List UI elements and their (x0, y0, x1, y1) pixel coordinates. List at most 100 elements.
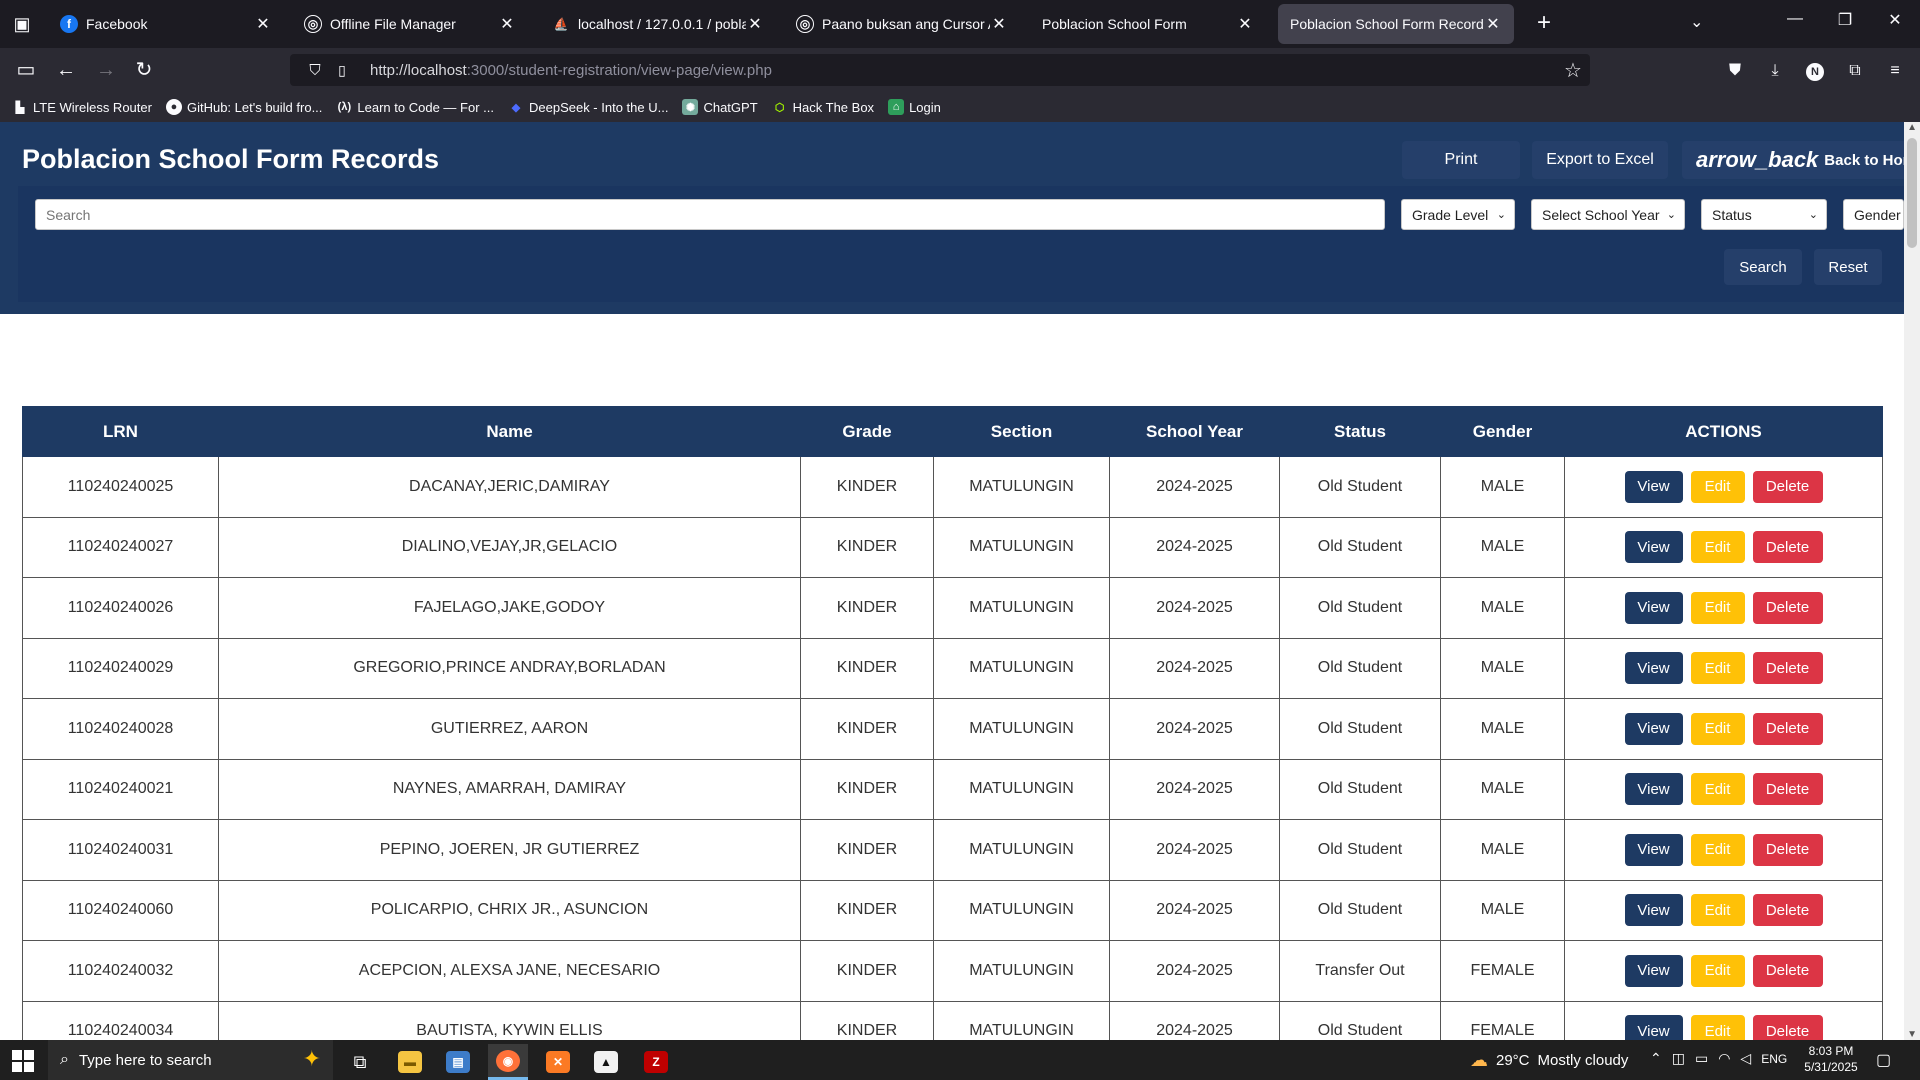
scroll-up-icon[interactable]: ▲ (1907, 122, 1917, 133)
delete-button[interactable]: Delete (1752, 652, 1823, 685)
school-year-select[interactable]: Select School Year ⌄ (1531, 199, 1685, 230)
bookmark-star-icon[interactable]: ☆ (1556, 58, 1590, 83)
delete-button[interactable]: Delete (1752, 712, 1823, 745)
battery-icon[interactable]: ▭ (1695, 1050, 1708, 1067)
edit-button[interactable]: Edit (1690, 894, 1745, 927)
edit-button[interactable]: Edit (1690, 773, 1745, 806)
close-window-icon[interactable]: ✕ (1880, 10, 1910, 30)
grade-level-select[interactable]: Grade Level ⌄ (1401, 199, 1515, 230)
tab-list-icon[interactable]: ▣ (8, 10, 36, 38)
view-button[interactable]: View (1624, 894, 1683, 927)
edit-button[interactable]: Edit (1690, 531, 1745, 564)
file-explorer-icon[interactable]: ▬ (390, 1044, 430, 1080)
close-tab-icon[interactable]: ✕ (990, 14, 1008, 34)
bookmark-github[interactable]: ● GitHub: Let's build fro... (165, 99, 322, 115)
chevron-down-icon[interactable]: ⌄ (1690, 12, 1703, 32)
edit-button[interactable]: Edit (1690, 954, 1745, 987)
view-button[interactable]: View (1624, 954, 1683, 987)
sidebar-toggle-icon[interactable]: ▭ (12, 56, 40, 84)
delete-button[interactable]: Delete (1752, 470, 1823, 503)
remote-desktop-icon[interactable]: ▤ (438, 1044, 478, 1080)
view-button[interactable]: View (1624, 712, 1683, 745)
back-to-home-button[interactable]: arrow_back Back to Home (1682, 141, 1912, 179)
close-tab-icon[interactable]: ✕ (1484, 14, 1502, 34)
edit-button[interactable]: Edit (1690, 591, 1745, 624)
shield-icon[interactable]: ⛉ (300, 62, 330, 79)
volume-icon[interactable]: ◁ (1740, 1050, 1751, 1067)
edit-button[interactable]: Edit (1690, 470, 1745, 503)
edit-button[interactable]: Edit (1690, 712, 1745, 745)
xampp-icon[interactable]: ✕ (538, 1044, 578, 1080)
cursor-app-icon[interactable]: ▲ (586, 1044, 626, 1080)
print-button[interactable]: Print (1402, 141, 1520, 179)
back-arrow-icon[interactable]: ← (52, 56, 80, 84)
page-info-icon[interactable]: ▯ (330, 62, 354, 79)
tab-facebook[interactable]: f Facebook ✕ (48, 4, 284, 44)
url-bar[interactable]: ⛉ ▯ http://localhost:3000/student-regist… (290, 54, 1590, 86)
close-tab-icon[interactable]: ✕ (1236, 14, 1254, 34)
network-icon[interactable]: ◫ (1672, 1050, 1685, 1067)
account-icon[interactable]: N (1802, 58, 1828, 84)
tab-cursor-ai[interactable]: ◎ Paano buksan ang Cursor AI ✕ (784, 4, 1020, 44)
weather-widget[interactable]: ☁ 29°C Mostly cloudy (1470, 1050, 1628, 1071)
tab-poblacion-school-form-records[interactable]: Poblacion School Form Records ✕ (1278, 4, 1514, 44)
windows-start-icon[interactable] (12, 1050, 34, 1072)
page-scrollbar[interactable]: ▲ ▼ (1904, 122, 1920, 1040)
scrollbar-thumb[interactable] (1907, 138, 1917, 248)
tab-phpmyadmin[interactable]: ⛵ localhost / 127.0.0.1 / poblacio ✕ (540, 4, 776, 44)
delete-button[interactable]: Delete (1752, 591, 1823, 624)
minimize-icon[interactable]: — (1780, 10, 1810, 28)
bookmark-deepseek[interactable]: ◆ DeepSeek - Into the U... (508, 99, 669, 115)
view-button[interactable]: View (1624, 531, 1683, 564)
reload-icon[interactable]: ↻ (130, 56, 158, 84)
status-select[interactable]: Status ⌄ (1701, 199, 1827, 230)
wifi-icon[interactable]: ◠ (1718, 1050, 1730, 1067)
taskbar-search-box[interactable]: ⌕ Type here to search ✦ (48, 1040, 333, 1080)
edit-button[interactable]: Edit (1690, 833, 1745, 866)
view-button[interactable]: View (1624, 833, 1683, 866)
taskbar-clock[interactable]: 8:03 PM 5/31/2025 (1796, 1043, 1866, 1075)
show-hidden-icons-icon[interactable]: ⌃ (1650, 1050, 1662, 1067)
edit-button[interactable]: Edit (1690, 1015, 1745, 1040)
delete-button[interactable]: Delete (1752, 833, 1823, 866)
forward-arrow-icon[interactable]: → (92, 56, 120, 84)
new-tab-icon[interactable]: + (1530, 10, 1558, 38)
gender-select[interactable]: Gender (1843, 199, 1904, 230)
close-tab-icon[interactable]: ✕ (498, 14, 516, 34)
delete-button[interactable]: Delete (1752, 1015, 1823, 1040)
view-button[interactable]: View (1624, 591, 1683, 624)
view-button[interactable]: View (1624, 773, 1683, 806)
delete-button[interactable]: Delete (1752, 773, 1823, 806)
export-excel-button[interactable]: Export to Excel (1532, 141, 1668, 179)
language-indicator[interactable]: ENG (1761, 1052, 1787, 1066)
url-text[interactable]: http://localhost:3000/student-registrati… (370, 62, 1556, 79)
bookmark-login[interactable]: ⌂ Login (888, 99, 941, 115)
extensions-icon[interactable]: ⧉ (1842, 58, 1868, 84)
bookmark-hackthebox[interactable]: ⬡ Hack The Box (772, 99, 874, 115)
menu-icon[interactable]: ≡ (1882, 58, 1908, 84)
task-view-icon[interactable]: ⧉ (340, 1044, 380, 1080)
view-button[interactable]: View (1624, 470, 1683, 503)
tab-offline-file-manager[interactable]: ◎ Offline File Manager ✕ (292, 4, 528, 44)
edit-button[interactable]: Edit (1690, 652, 1745, 685)
delete-button[interactable]: Delete (1752, 954, 1823, 987)
download-icon[interactable]: ⤓ (1762, 58, 1788, 84)
bookmark-lte-router[interactable]: ▙ LTE Wireless Router (12, 99, 152, 115)
filezilla-icon[interactable]: Z (636, 1044, 676, 1080)
scroll-down-icon[interactable]: ▼ (1907, 1029, 1917, 1040)
view-button[interactable]: View (1624, 652, 1683, 685)
tab-poblacion-school-form[interactable]: Poblacion School Form ✕ (1030, 4, 1266, 44)
pocket-icon[interactable]: ⛊ (1722, 58, 1748, 84)
bookmark-freecodecamp[interactable]: (λ) Learn to Code — For ... (336, 99, 494, 115)
bookmark-chatgpt[interactable]: ✺ ChatGPT (682, 99, 758, 115)
notification-icon[interactable]: ▢ (1876, 1050, 1891, 1070)
view-button[interactable]: View (1624, 1015, 1683, 1040)
restore-icon[interactable]: ❐ (1830, 10, 1860, 30)
search-input[interactable] (35, 199, 1385, 230)
firefox-icon[interactable]: ◉ (488, 1044, 528, 1080)
close-tab-icon[interactable]: ✕ (254, 14, 272, 34)
reset-button[interactable]: Reset (1814, 249, 1882, 285)
delete-button[interactable]: Delete (1752, 894, 1823, 927)
search-button[interactable]: Search (1724, 249, 1802, 285)
delete-button[interactable]: Delete (1752, 531, 1823, 564)
